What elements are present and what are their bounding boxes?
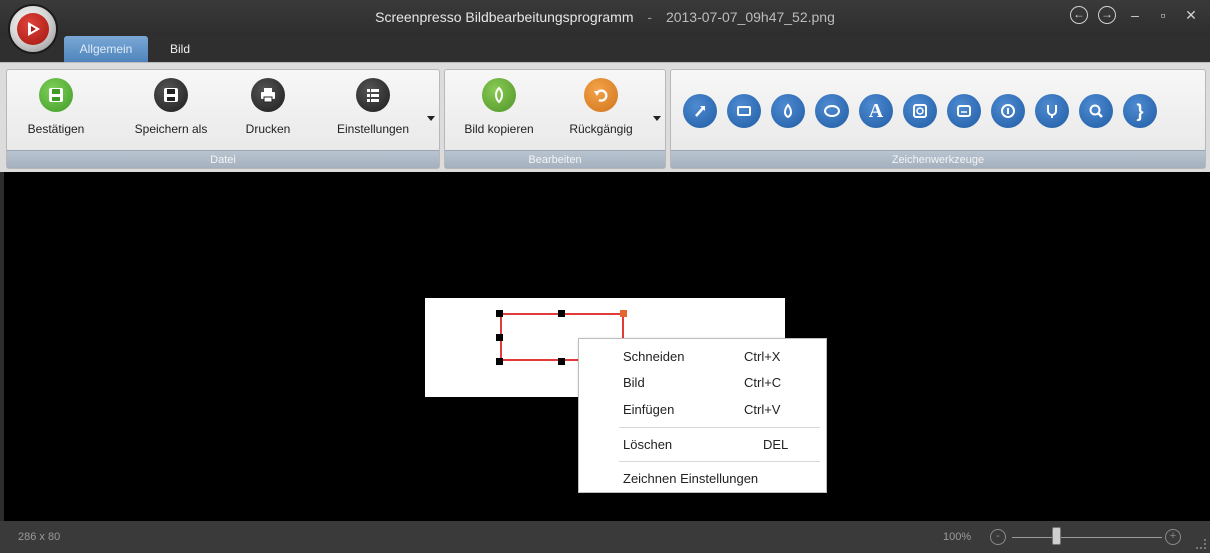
editor-title: Bildbearbeitungsprogramm [465, 9, 634, 25]
menu-item-shortcut: DEL [763, 437, 789, 452]
ribbon-group-label-zeichenwerkzeuge: Zeichenwerkzeuge [671, 150, 1205, 168]
rectangle-icon[interactable] [727, 94, 761, 128]
speichern-als-button[interactable]: Speichern als [123, 78, 219, 136]
menu-item-shortcut: Ctrl+V [744, 402, 781, 417]
menu-item-einfuegen[interactable]: Einfügen Ctrl+V [579, 396, 826, 422]
arrow-icon[interactable] [683, 94, 717, 128]
bild-kopieren-button[interactable]: Bild kopieren [453, 78, 545, 136]
zoom-in-icon[interactable]: + [1165, 529, 1181, 545]
menu-item-label: Bild [623, 375, 645, 390]
callout-icon[interactable] [947, 94, 981, 128]
ribbon: Bestätigen Speichern als Drucken Einstel… [0, 62, 1210, 172]
ellipse-icon[interactable] [815, 94, 849, 128]
text-icon[interactable]: A [859, 94, 893, 128]
screenpresso-editor-window: Screenpresso Bildbearbeitungsprogramm - … [0, 0, 1210, 553]
title-separator: - [647, 9, 653, 25]
settings-list-icon [356, 78, 390, 112]
einstellungen-button[interactable]: Einstellungen [327, 78, 419, 136]
close-button[interactable]: ✕ [1182, 7, 1200, 24]
resize-handle-top-right[interactable] [620, 310, 627, 317]
tab-bild[interactable]: Bild [158, 36, 202, 62]
menu-item-label: Löschen [623, 437, 673, 452]
menu-separator [619, 427, 820, 428]
menu-item-schneiden[interactable]: Schneiden Ctrl+X [579, 343, 826, 369]
app-name: Screenpresso [375, 9, 462, 25]
menu-item-shortcut: Ctrl+C [744, 375, 782, 390]
save-green-icon [39, 78, 73, 112]
menu-item-label: Schneiden [623, 349, 685, 364]
tab-allgemein[interactable]: Allgemein [64, 36, 148, 62]
bestaetigen-label: Bestätigen [27, 122, 85, 136]
bild-kopieren-label: Bild kopieren [464, 122, 534, 136]
context-menu: Schneiden Ctrl+X Bild Ctrl+C Einfügen Ct… [578, 338, 827, 493]
title-bar: Screenpresso Bildbearbeitungsprogramm - … [0, 0, 1210, 34]
resize-handle-left[interactable] [496, 334, 503, 341]
highlighter-icon[interactable] [771, 94, 805, 128]
menu-item-bild[interactable]: Bild Ctrl+C [579, 369, 826, 395]
file-name: 2013-07-07_09h47_52.png [665, 9, 835, 25]
resize-handle-bottom[interactable] [558, 358, 565, 365]
back-icon[interactable]: ← [1070, 6, 1088, 24]
speichern-als-label: Speichern als [134, 122, 208, 136]
bracket-icon[interactable]: } [1123, 94, 1157, 128]
pen-icon[interactable] [1035, 94, 1069, 128]
zoom-slider-thumb[interactable] [1052, 527, 1061, 545]
ribbon-group-label-datei: Datei [7, 150, 439, 168]
ribbon-group-label-bearbeiten: Bearbeiten [445, 150, 665, 168]
magnifier-box-icon[interactable] [903, 94, 937, 128]
minimize-button[interactable]: – [1126, 7, 1144, 23]
resize-handle-top[interactable] [558, 310, 565, 317]
window-controls: ← → – ▫ ✕ [1070, 6, 1200, 24]
window-title: Screenpresso Bildbearbeitungsprogramm - … [0, 9, 1210, 25]
bestaetigen-button[interactable]: Bestätigen [17, 78, 95, 136]
datei-dropdown-arrow-icon[interactable] [427, 116, 435, 121]
resize-handle-bottom-left[interactable] [496, 358, 503, 365]
drucken-label: Drucken [245, 122, 291, 136]
zoom-slider-track[interactable] [1012, 537, 1162, 538]
menu-item-label: Einfügen [623, 402, 675, 417]
screenpresso-logo[interactable] [8, 4, 58, 54]
drucken-button[interactable]: Drucken [237, 78, 299, 136]
menu-item-label: Zeichnen Einstellungen [623, 471, 759, 486]
undo-icon [584, 78, 618, 112]
menu-item-loeschen[interactable]: Löschen DEL [579, 431, 826, 457]
ribbon-group-zeichenwerkzeuge: A } Zeichenwerkzeuge [670, 69, 1206, 169]
zoom-out-icon[interactable]: - [990, 529, 1006, 545]
ribbon-group-bearbeiten: Bild kopieren Rückgängig Bearbeiten [444, 69, 666, 169]
menu-item-shortcut: Ctrl+X [744, 349, 781, 364]
forward-icon[interactable]: → [1098, 6, 1116, 24]
ribbon-tabs: Allgemein Bild [0, 34, 1210, 62]
status-bar: 286 x 80 100% - + [0, 521, 1210, 553]
step-number-icon[interactable] [991, 94, 1025, 128]
save-as-icon [154, 78, 188, 112]
resize-handle-top-left[interactable] [496, 310, 503, 317]
printer-icon [251, 78, 285, 112]
einstellungen-label: Einstellungen [336, 122, 410, 136]
zoom-icon[interactable] [1079, 94, 1113, 128]
maximize-button[interactable]: ▫ [1154, 7, 1172, 23]
bearbeiten-dropdown-arrow-icon[interactable] [653, 116, 661, 121]
resize-grip-icon[interactable] [1196, 539, 1206, 549]
ribbon-group-datei: Bestätigen Speichern als Drucken Einstel… [6, 69, 440, 169]
copy-image-icon [482, 78, 516, 112]
rueckgaengig-button[interactable]: Rückgängig [561, 78, 641, 136]
rueckgaengig-label: Rückgängig [569, 122, 633, 136]
menu-separator [619, 461, 820, 462]
zoom-level: 100% [943, 531, 972, 543]
image-dimensions: 286 x 80 [18, 531, 61, 543]
menu-item-zeichnen-einstellungen[interactable]: Zeichnen Einstellungen [579, 465, 826, 491]
